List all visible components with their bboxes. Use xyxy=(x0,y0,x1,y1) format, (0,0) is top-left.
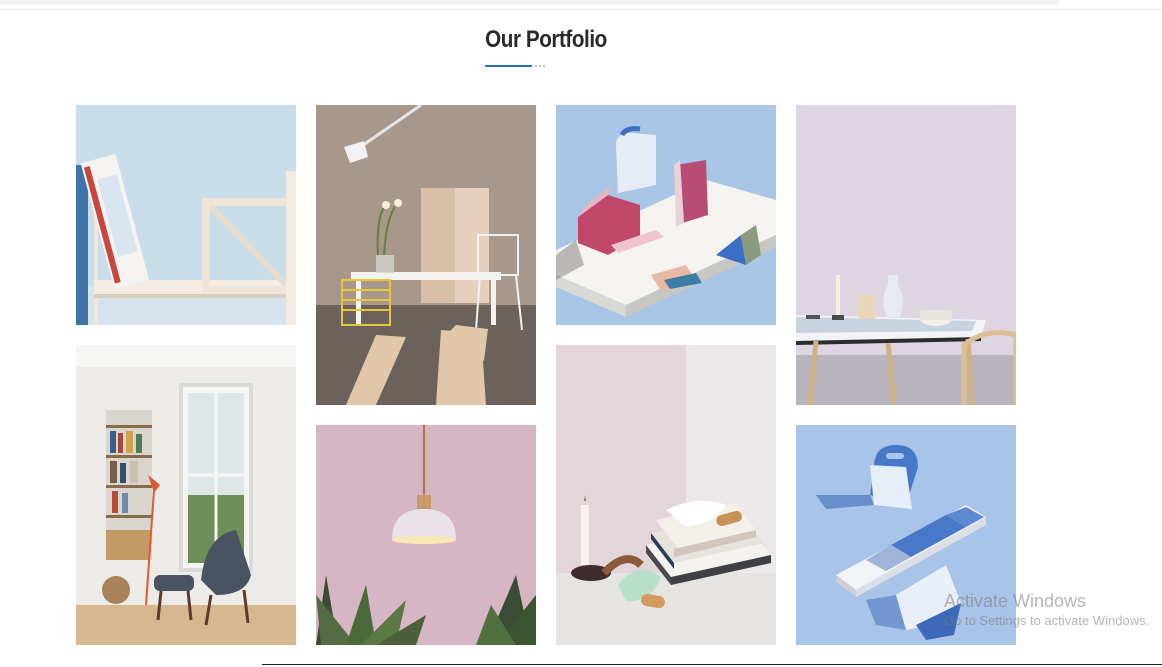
pendant-lamp-image xyxy=(316,425,536,645)
title-underline xyxy=(485,65,532,67)
portfolio-item-book-shelf[interactable] xyxy=(76,105,296,325)
candle-books-image xyxy=(556,345,776,645)
portfolio-item-dining-table[interactable] xyxy=(796,105,1016,405)
lamp-planks-image xyxy=(316,105,536,405)
dining-table-image xyxy=(796,105,1016,405)
portfolio-item-lamp-wood-planks[interactable] xyxy=(316,105,536,405)
portfolio-item-living-room-chairs[interactable] xyxy=(76,345,296,645)
bottom-divider xyxy=(262,664,1162,665)
portfolio-page: Our Portfolio Activate Windows Go to Set… xyxy=(0,0,1162,667)
portfolio-item-paper-houses[interactable] xyxy=(556,105,776,325)
scrollbar-thumb[interactable] xyxy=(0,0,1060,5)
portfolio-item-paper-folds[interactable] xyxy=(796,425,1016,645)
section-title: Our Portfolio xyxy=(485,26,607,53)
paper-folds-image xyxy=(796,425,1016,645)
top-scrollbar[interactable] xyxy=(0,0,1162,10)
living-room-image xyxy=(76,345,296,645)
paper-houses-image xyxy=(556,105,776,325)
portfolio-item-candle-books[interactable] xyxy=(556,345,776,645)
book-shelf-image xyxy=(76,105,296,325)
title-underline-dots xyxy=(535,65,545,67)
portfolio-item-pendant-lamp[interactable] xyxy=(316,425,536,645)
